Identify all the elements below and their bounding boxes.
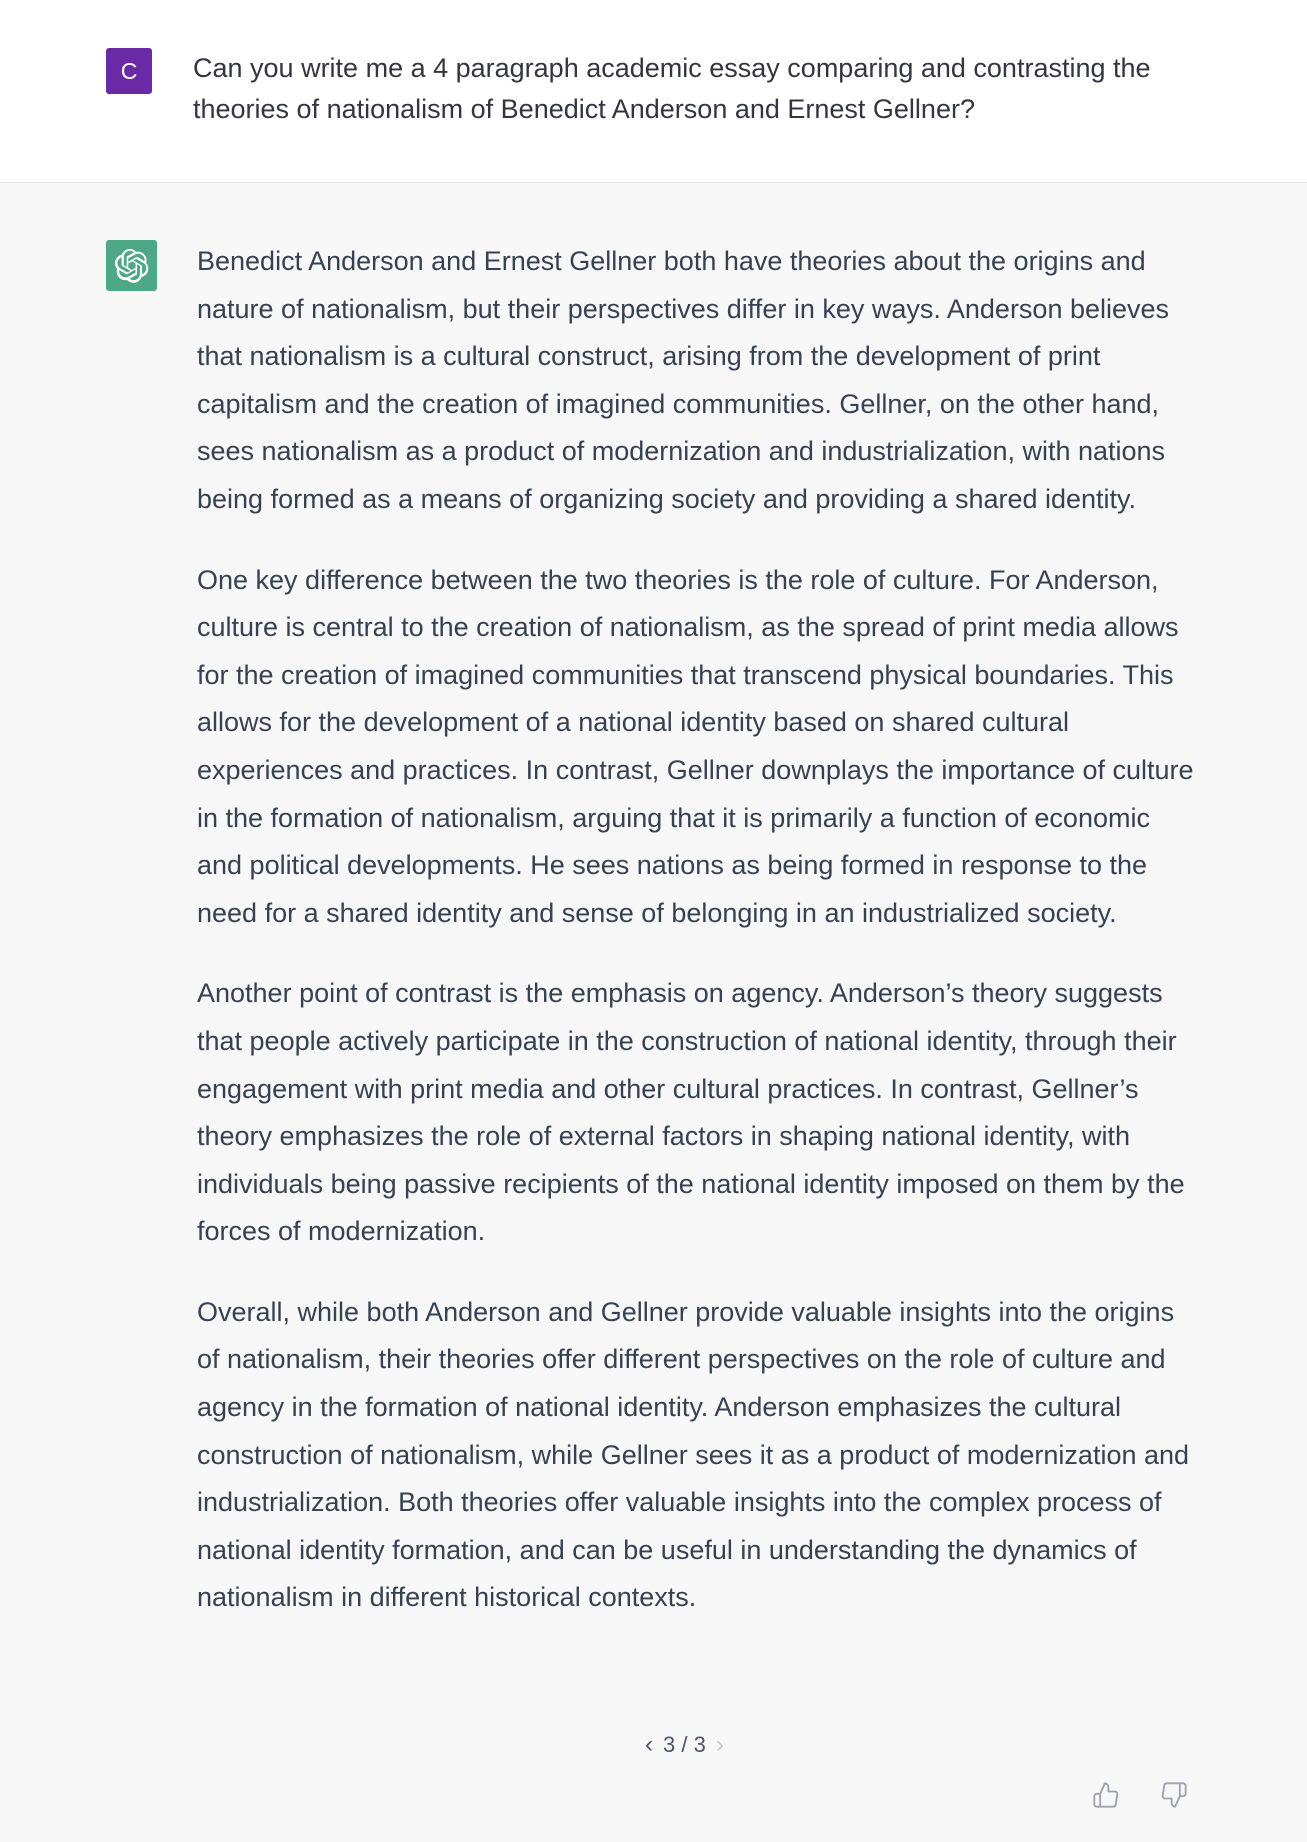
thumbs-down-button[interactable] — [1157, 1778, 1191, 1812]
openai-logo-icon — [114, 248, 148, 283]
next-response-chevron-icon[interactable]: › — [716, 1731, 724, 1759]
thumbs-up-button[interactable] — [1089, 1778, 1123, 1812]
user-avatar: C — [106, 48, 152, 94]
previous-response-chevron-icon[interactable]: ‹ — [645, 1731, 653, 1759]
user-message-row: C Can you write me a 4 paragraph academi… — [0, 0, 1307, 183]
response-pager: ‹ 3 / 3 › — [645, 1731, 724, 1759]
answer-paragraph-2: One key difference between the two theor… — [197, 564, 1194, 928]
response-page-indicator: 3 / 3 — [663, 1732, 706, 1757]
user-message-text: Can you write me a 4 paragraph academic … — [193, 53, 1151, 124]
assistant-message-row: Benedict Anderson and Ernest Gellner bot… — [0, 183, 1307, 1842]
assistant-avatar — [106, 240, 157, 291]
thumbs-down-icon — [1161, 1782, 1187, 1808]
assistant-answer: Benedict Anderson and Ernest Gellner bot… — [197, 238, 1197, 1622]
thumbs-up-icon — [1093, 1782, 1119, 1808]
answer-paragraph-4: Overall, while both Anderson and Gellner… — [197, 1296, 1190, 1613]
answer-paragraph-1: Benedict Anderson and Ernest Gellner bot… — [197, 246, 1170, 514]
answer-paragraph-3: Another point of contrast is the emphasi… — [197, 978, 1185, 1247]
